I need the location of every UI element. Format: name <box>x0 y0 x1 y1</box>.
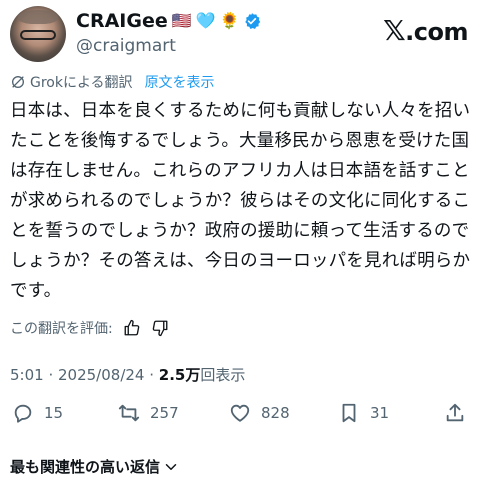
avatar-hair <box>18 10 58 24</box>
avatar[interactable] <box>10 6 66 62</box>
thumbs-up-icon[interactable] <box>123 319 141 337</box>
tweet-header: CRAIGee 🇺🇸 🩵 🌻 @craigmart 𝕏.com <box>10 4 470 62</box>
tweet-time[interactable]: 5:01 <box>10 366 44 384</box>
reply-count: 15 <box>44 404 64 422</box>
heart-emoji: 🩵 <box>195 11 216 30</box>
like-icon <box>230 404 250 422</box>
verified-badge-icon <box>245 13 261 29</box>
x-logo-text: .com <box>405 18 468 46</box>
flag-emoji: 🇺🇸 <box>171 11 192 30</box>
tweet-text: 日本は、日本を良くするために何も貢献しない人々を招いたことを後悔するでしょう。大… <box>10 101 471 301</box>
share-icon <box>446 403 464 422</box>
bookmark-count: 31 <box>370 404 390 422</box>
like-count: 828 <box>261 404 290 422</box>
repost-button[interactable]: 257 <box>118 402 179 424</box>
thumbs-down-icon[interactable] <box>151 319 169 337</box>
repost-count: 257 <box>150 404 179 422</box>
sunflower-emoji: 🌻 <box>219 11 240 30</box>
repost-icon <box>118 404 140 422</box>
x-logo: 𝕏.com <box>383 14 468 47</box>
rate-label: この翻訳を評価: <box>10 321 113 337</box>
grok-icon <box>12 76 24 88</box>
bookmark-icon <box>342 403 356 423</box>
bookmark-button[interactable]: 31 <box>338 402 389 424</box>
views-label: 回表示 <box>200 366 246 384</box>
tweet-date[interactable]: 2025/08/24 <box>58 366 144 384</box>
translation-bar: Grokによる翻訳 原文を表示 <box>10 72 215 92</box>
chevron-down-icon <box>165 463 177 470</box>
author-name[interactable]: CRAIGee <box>76 10 168 32</box>
author-handle[interactable]: @craigmart <box>76 36 176 56</box>
meta-separator: · <box>43 366 58 384</box>
x-logo-mark: 𝕏 <box>383 14 406 47</box>
avatar-glasses <box>20 30 56 40</box>
translation-label: Grokによる翻訳 <box>30 75 133 91</box>
show-original-link[interactable]: 原文を表示 <box>145 72 215 92</box>
rate-translation: この翻訳を評価: <box>10 318 169 338</box>
meta-separator-2: · <box>144 366 159 384</box>
reply-button[interactable]: 15 <box>12 402 63 424</box>
action-bar: 15 257 828 31 <box>10 402 472 428</box>
replies-sort-label: 最も関連性の高い返信 <box>10 458 161 476</box>
tweet-meta: 5:01 · 2025/08/24 · 2.5万回表示 <box>10 364 245 385</box>
share-button[interactable] <box>444 402 466 424</box>
reply-icon <box>14 404 32 423</box>
author-name-row[interactable]: CRAIGee 🇺🇸 🩵 🌻 <box>76 10 261 32</box>
replies-sort-dropdown[interactable]: 最も関連性の高い返信 <box>10 456 180 477</box>
like-button[interactable]: 828 <box>229 402 290 424</box>
views-count: 2.5万 <box>158 366 201 384</box>
